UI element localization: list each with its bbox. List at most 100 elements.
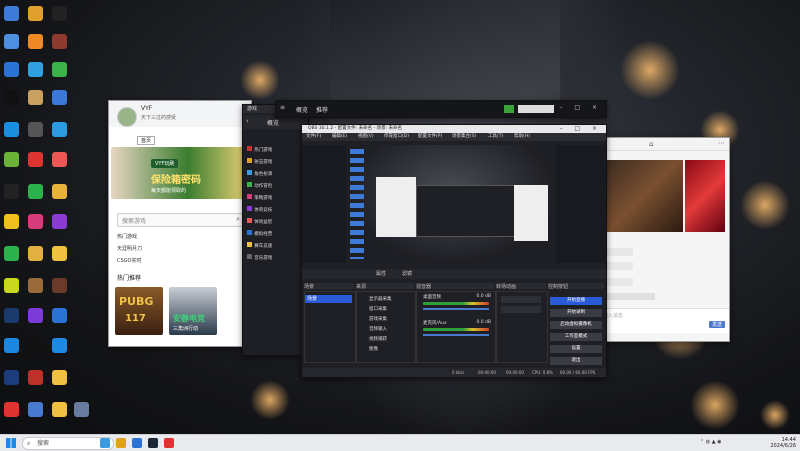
menu-scene-collection[interactable]: 场景集合(S) bbox=[452, 133, 476, 141]
menu-icon[interactable]: ≡ bbox=[280, 104, 285, 111]
transition-duration[interactable] bbox=[501, 306, 541, 313]
list-item[interactable]: 角色扮演 bbox=[247, 169, 272, 177]
green-button[interactable] bbox=[504, 105, 514, 113]
tab-recommend[interactable]: 推荐 bbox=[316, 105, 328, 114]
obs-preview[interactable] bbox=[346, 145, 556, 263]
desktop-icon[interactable] bbox=[28, 152, 43, 167]
tab-home[interactable]: 首页 bbox=[137, 136, 156, 145]
desktop-icon[interactable] bbox=[4, 34, 19, 49]
taskbar-app-icon[interactable] bbox=[132, 438, 142, 448]
desktop-icon[interactable] bbox=[28, 308, 43, 323]
window-controls[interactable]: – □ × bbox=[559, 104, 602, 111]
desktop-icon[interactable] bbox=[52, 370, 67, 385]
clock[interactable]: 14:44 2024/6/26 bbox=[770, 437, 796, 449]
menu-edit[interactable]: 编辑(E) bbox=[332, 133, 347, 141]
windows-start-icon[interactable] bbox=[6, 438, 16, 448]
list-item[interactable]: 天涯明月刀 bbox=[117, 245, 142, 252]
virtual-camera-button[interactable]: 启动虚拟摄像机 bbox=[550, 321, 602, 329]
desktop-icon[interactable] bbox=[4, 90, 19, 105]
desktop-icon[interactable] bbox=[52, 214, 67, 229]
settings-button[interactable]: 设置 bbox=[550, 345, 602, 353]
chat-input[interactable]: 输入消息 发送 bbox=[599, 308, 729, 333]
desktop-icon[interactable] bbox=[4, 308, 19, 323]
search-icon[interactable]: ⌕ bbox=[236, 215, 240, 224]
list-item[interactable]: 动作冒险 bbox=[247, 181, 272, 189]
desktop-icon[interactable] bbox=[52, 62, 67, 77]
back-icon[interactable]: ‹ bbox=[246, 117, 249, 125]
exit-button[interactable]: 退出 bbox=[550, 357, 602, 365]
menu-view[interactable]: 视图(V) bbox=[358, 133, 374, 141]
game-center-window[interactable]: VYF 天下三过的感受 首页 VYF玩刷 保险箱密码 每天都能领取的 搜索游戏 … bbox=[108, 100, 252, 347]
desktop-icon[interactable] bbox=[52, 402, 67, 417]
desktop-icon[interactable] bbox=[74, 402, 89, 417]
desktop-icon[interactable] bbox=[28, 90, 43, 105]
list-item[interactable]: 策略游戏 bbox=[247, 193, 272, 201]
list-item[interactable]: 模拟经营 bbox=[247, 229, 272, 237]
more-icon[interactable]: ⋯ bbox=[718, 139, 725, 147]
list-item[interactable]: 赛车竞速 bbox=[247, 241, 272, 249]
home-icon[interactable]: ⌂ bbox=[649, 140, 653, 148]
list-item[interactable]: 休闲益智 bbox=[247, 217, 272, 225]
chat-window[interactable]: ⌂ ⋯ 输入消息 发送 bbox=[598, 137, 730, 342]
desktop-icon[interactable] bbox=[4, 62, 19, 77]
desktop-icon[interactable] bbox=[28, 122, 43, 137]
source-item[interactable]: 图像 bbox=[369, 346, 378, 352]
game-launcher-window[interactable]: ≡ 概览 推荐 – □ × bbox=[275, 100, 607, 118]
desktop-icon[interactable] bbox=[4, 338, 19, 353]
window-controls[interactable]: – □ × bbox=[559, 125, 602, 133]
desktop-icon[interactable] bbox=[28, 278, 43, 293]
menu-profile[interactable]: 配置文件(P) bbox=[418, 133, 442, 141]
tab-overview[interactable]: 概览 bbox=[296, 105, 308, 114]
desktop-icon[interactable] bbox=[28, 34, 43, 49]
desktop-icon[interactable] bbox=[4, 122, 19, 137]
source-item[interactable]: 视频捕获 bbox=[369, 336, 387, 342]
source-item[interactable]: 游戏采集 bbox=[369, 316, 387, 322]
desktop-icon[interactable] bbox=[28, 6, 43, 21]
promo-banner[interactable]: VYF玩刷 保险箱密码 每天都能领取的 bbox=[111, 147, 251, 199]
menu-file[interactable]: 文件(F) bbox=[306, 133, 321, 141]
studio-mode-button[interactable]: 工作室模式 bbox=[550, 333, 602, 341]
desktop-icon[interactable] bbox=[4, 184, 19, 199]
list-item[interactable]: CSGO实时 bbox=[117, 257, 141, 264]
list-item[interactable]: 音乐游戏 bbox=[247, 253, 272, 261]
desktop-icon[interactable] bbox=[4, 214, 19, 229]
desktop-icon[interactable] bbox=[28, 214, 43, 229]
search-input[interactable] bbox=[518, 105, 554, 113]
tab-overview[interactable]: 概览 bbox=[267, 118, 279, 127]
desktop-icon[interactable] bbox=[52, 246, 67, 261]
game-card-2[interactable]: 安静电竞 三角洲行动 bbox=[169, 287, 217, 335]
desktop-icon[interactable] bbox=[28, 184, 43, 199]
taskbar-app-icon[interactable] bbox=[164, 438, 174, 448]
desktop-icon[interactable] bbox=[28, 246, 43, 261]
menu-tools[interactable]: 工具(T) bbox=[488, 133, 503, 141]
desktop-icon[interactable] bbox=[52, 338, 67, 353]
file-browser-window[interactable]: 游戏 ‹ 概览 热门游戏 射击游戏 角色扮演 动作冒险 策略游戏 体育竞技 休闲… bbox=[242, 104, 309, 356]
game-card-pubg[interactable]: PUBG 117 bbox=[115, 287, 163, 335]
avatar[interactable] bbox=[117, 107, 137, 127]
taskbar-app-icon[interactable] bbox=[116, 438, 126, 448]
desktop-icon[interactable] bbox=[28, 370, 43, 385]
desktop-icon[interactable] bbox=[4, 278, 19, 293]
start-recording-button[interactable]: 开始录制 bbox=[550, 309, 602, 317]
desktop-icon[interactable] bbox=[52, 278, 67, 293]
source-item[interactable]: 窗口采集 bbox=[369, 306, 387, 312]
desktop-icon[interactable] bbox=[52, 122, 67, 137]
list-item[interactable]: 体育竞技 bbox=[247, 205, 272, 213]
taskbar-app-icon[interactable] bbox=[100, 438, 110, 448]
filters-button[interactable]: 滤镜 bbox=[402, 269, 412, 279]
desktop-icon[interactable] bbox=[4, 402, 19, 417]
desktop-icon[interactable] bbox=[52, 184, 67, 199]
source-item[interactable]: 显示器采集 bbox=[369, 296, 392, 302]
volume-slider[interactable] bbox=[423, 308, 489, 310]
transition-select[interactable] bbox=[501, 296, 541, 303]
start-streaming-button[interactable]: 开始直播 bbox=[550, 297, 602, 305]
desktop-icon[interactable] bbox=[52, 152, 67, 167]
send-button[interactable]: 发送 bbox=[708, 321, 725, 328]
list-item[interactable]: 热门游戏 bbox=[117, 233, 137, 240]
volume-slider[interactable] bbox=[423, 334, 489, 336]
taskbar-app-icon[interactable] bbox=[148, 438, 158, 448]
obs-window[interactable]: OBS 30.1.2 - 配置文件: 未命名 - 场景: 未命名 – □ × 文… bbox=[301, 124, 607, 378]
tray-icons[interactable]: ⌃ ◍ ▲ ◉ bbox=[700, 439, 760, 447]
source-item[interactable]: 音频输入 bbox=[369, 326, 387, 332]
desktop-icon[interactable] bbox=[52, 34, 67, 49]
